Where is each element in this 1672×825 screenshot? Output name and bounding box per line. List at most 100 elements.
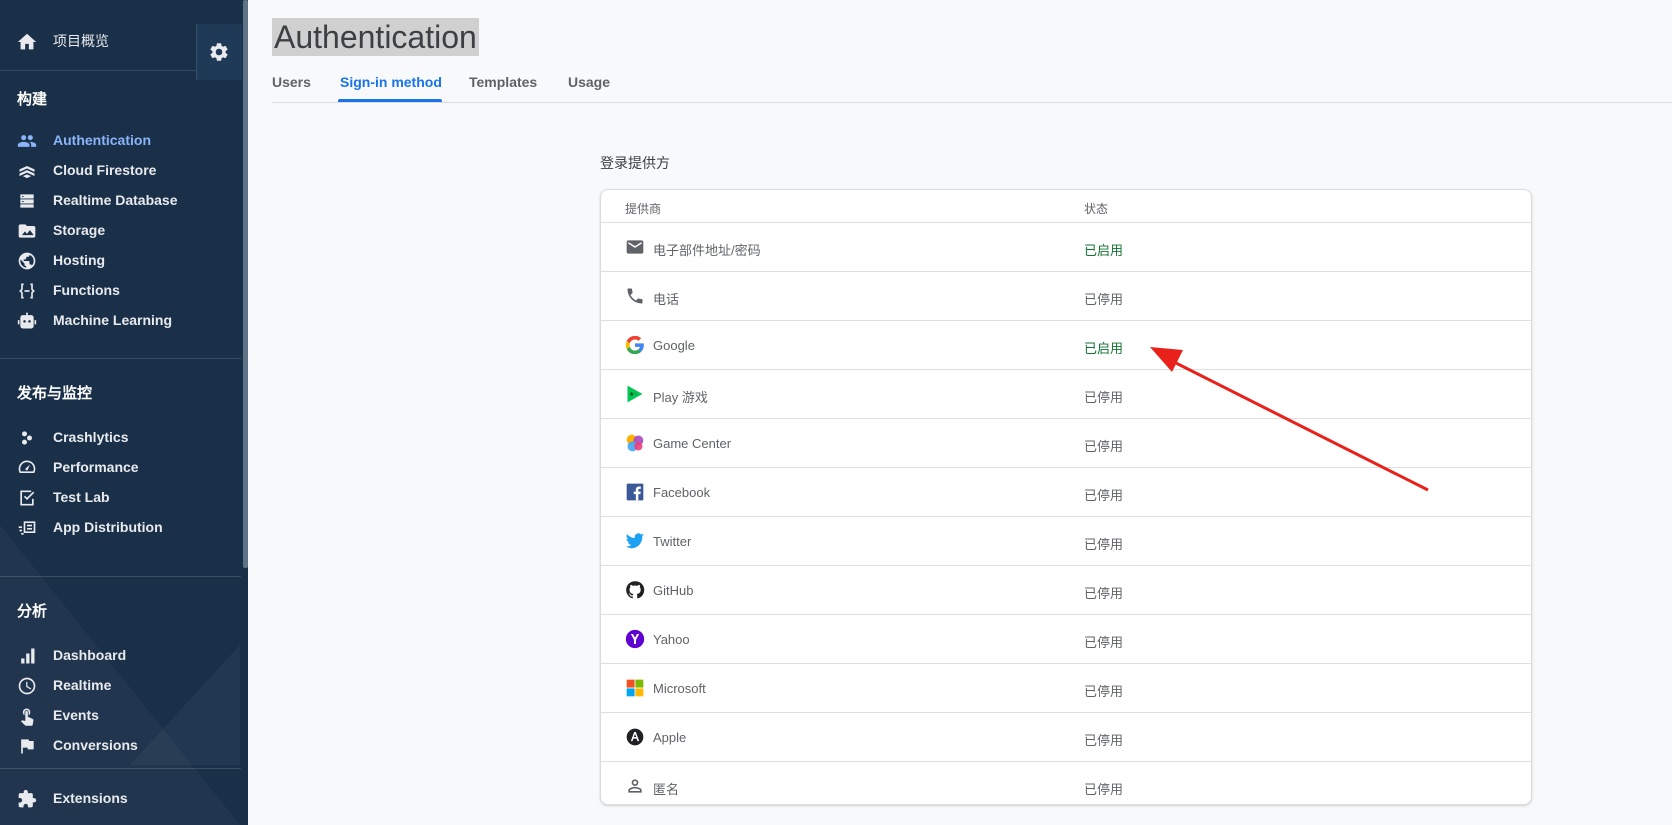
github-icon <box>626 581 645 599</box>
sidebar-item-label: Authentication <box>53 132 151 148</box>
sidebar-item-label: Extensions <box>53 790 128 806</box>
twitter-icon <box>625 533 645 549</box>
sidebar-item-label: Storage <box>53 222 106 238</box>
status-badge: 已停用 <box>1084 586 1124 601</box>
apple-icon <box>626 728 644 746</box>
provider-name: Game Center <box>653 436 732 451</box>
table-row[interactable]: Microsoft 已停用 <box>601 664 1531 713</box>
database-icon <box>20 194 34 208</box>
section-title-build: 构建 <box>17 91 48 108</box>
table-row[interactable]: GitHub 已停用 <box>601 566 1531 615</box>
image-storage-icon <box>18 224 36 238</box>
sidebar-item-realtime-database[interactable]: Realtime Database <box>0 185 241 215</box>
table-row[interactable]: Twitter 已停用 <box>601 517 1531 566</box>
sidebar-item-dashboard[interactable]: Dashboard <box>0 640 241 670</box>
sidebar-item-label: Functions <box>53 282 120 298</box>
status-badge: 已停用 <box>1084 733 1124 748</box>
sidebar-item-realtime[interactable]: Realtime <box>0 670 241 700</box>
table-row[interactable]: Play 游戏 已停用 <box>601 370 1531 419</box>
tab-templates[interactable]: Templates <box>469 74 537 90</box>
provider-name: Twitter <box>653 534 692 549</box>
provider-name: Apple <box>653 730 687 745</box>
settings-button[interactable] <box>196 24 242 80</box>
section-title-release: 发布与监控 <box>17 385 93 402</box>
table-row[interactable]: Game Center 已停用 <box>601 419 1531 468</box>
sidebar-item-conversions[interactable]: Conversions <box>0 730 241 760</box>
project-overview-bar: 项目概览 <box>0 12 242 80</box>
anonymous-person-icon <box>628 779 642 793</box>
table-row[interactable]: 电子部件地址/密码 已启用 <box>601 223 1531 272</box>
game-center-icon <box>626 434 644 452</box>
provider-name: 电话 <box>653 292 680 307</box>
table-row[interactable]: Facebook 已停用 <box>601 468 1531 517</box>
sidebar-item-label: Performance <box>53 459 139 475</box>
providers-section-title: 登录提供方 <box>600 155 670 171</box>
test-lab-icon <box>20 490 35 506</box>
sidebar-item-extensions[interactable]: Extensions <box>0 783 241 813</box>
email-icon <box>626 240 644 254</box>
table-row[interactable]: Google 已启用 <box>601 321 1531 370</box>
gear-icon <box>210 43 228 61</box>
sidebar-item-crashlytics[interactable]: Crashlytics <box>0 422 241 452</box>
sidebar-item-label: Realtime Database <box>53 192 178 208</box>
sidebar: 项目概览 构建 Authentication Cloud Firestore R… <box>0 0 248 825</box>
sidebar-item-authentication[interactable]: Authentication <box>0 125 241 155</box>
sidebar-item-app-distribution[interactable]: App Distribution <box>0 512 241 542</box>
provider-name: 匿名 <box>653 782 680 797</box>
clock-icon <box>18 677 36 695</box>
sidebar-item-label: Realtime <box>53 677 112 693</box>
section-title-analytics: 分析 <box>17 603 48 620</box>
table-row[interactable]: 电话 已停用 <box>601 272 1531 321</box>
sidebar-item-functions[interactable]: Functions <box>0 275 241 305</box>
sidebar-item-label: Crashlytics <box>53 429 129 445</box>
home-icon[interactable] <box>16 31 38 53</box>
sidebar-item-storage[interactable]: Storage <box>0 215 241 245</box>
sidebar-item-cloud-firestore[interactable]: Cloud Firestore <box>0 155 241 185</box>
touch-icon <box>21 708 34 726</box>
status-badge: 已停用 <box>1084 439 1124 454</box>
speedometer-icon <box>18 460 36 473</box>
page-title: Authentication <box>272 18 479 56</box>
provider-name: Facebook <box>653 485 711 500</box>
sidebar-scrollbar[interactable] <box>243 0 248 568</box>
sidebar-item-events[interactable]: Events <box>0 700 241 730</box>
microsoft-icon <box>626 679 644 697</box>
status-badge: 已停用 <box>1084 684 1124 699</box>
provider-name: Google <box>653 338 695 353</box>
status-badge: 已停用 <box>1084 635 1124 650</box>
active-tab-indicator <box>338 99 442 102</box>
provider-name: Microsoft <box>653 681 706 696</box>
people-icon <box>17 135 37 147</box>
provider-name: Play 游戏 <box>653 390 708 405</box>
table-row[interactable]: Yahoo 已停用 <box>601 615 1531 664</box>
column-header-provider: 提供商 <box>625 202 662 216</box>
facebook-icon <box>626 483 644 501</box>
sidebar-item-label: Events <box>53 707 99 723</box>
crashlytics-icon <box>22 431 32 445</box>
table-row[interactable]: 匿名 已停用 <box>601 762 1531 804</box>
status-badge: 已启用 <box>1084 243 1124 258</box>
sidebar-item-test-lab[interactable]: Test Lab <box>0 482 241 512</box>
sidebar-divider <box>0 768 241 769</box>
sidebar-item-machine-learning[interactable]: Machine Learning <box>0 305 241 335</box>
tab-sign-in-method[interactable]: Sign-in method <box>340 74 442 90</box>
table-header: 提供商 状态 <box>601 190 1531 223</box>
status-badge: 已停用 <box>1084 390 1124 405</box>
flag-icon <box>21 739 34 754</box>
bar-chart-icon <box>21 648 35 664</box>
status-badge: 已启用 <box>1084 341 1124 356</box>
sidebar-item-performance[interactable]: Performance <box>0 452 241 482</box>
tab-usage[interactable]: Usage <box>568 74 610 90</box>
app-distribution-icon <box>18 521 36 535</box>
sidebar-item-hosting[interactable]: Hosting <box>0 245 241 275</box>
play-games-icon <box>627 385 643 403</box>
sidebar-item-label: Cloud Firestore <box>53 162 157 178</box>
table-row[interactable]: Apple 已停用 <box>601 713 1531 762</box>
google-icon <box>625 335 644 355</box>
sidebar-item-label: Dashboard <box>53 647 127 663</box>
yahoo-icon <box>625 629 645 649</box>
puzzle-icon <box>18 789 37 808</box>
sidebar-item-label: Test Lab <box>53 489 110 505</box>
project-overview-link[interactable]: 项目概览 <box>53 31 109 51</box>
tab-users[interactable]: Users <box>272 74 311 90</box>
